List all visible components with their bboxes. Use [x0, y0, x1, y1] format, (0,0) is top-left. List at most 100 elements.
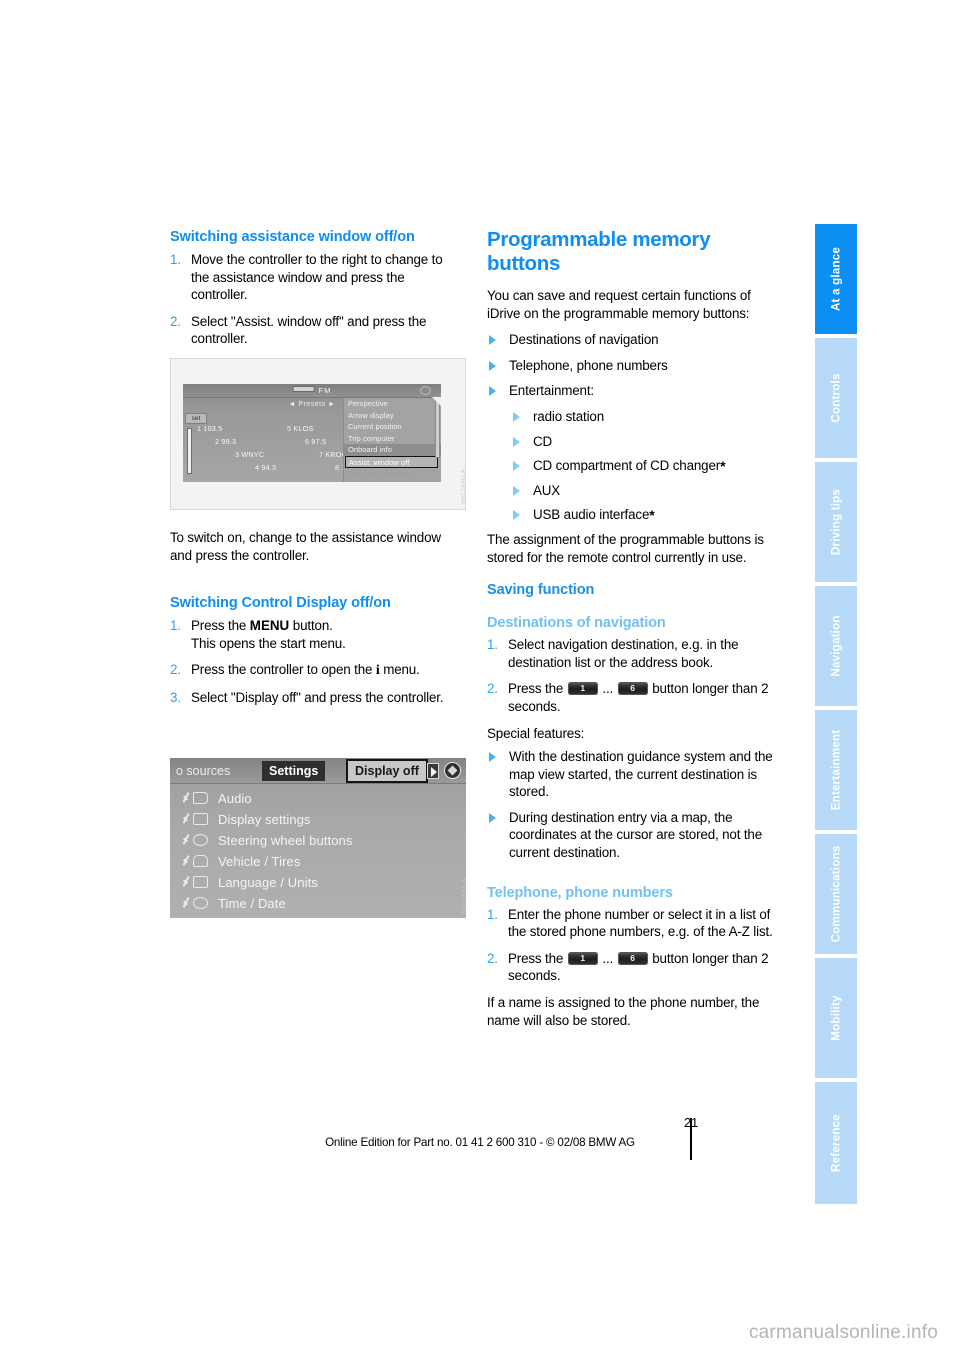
settings-item-label: Steering wheel buttons [218, 833, 353, 848]
step-text-pre: Press the [508, 950, 567, 966]
sidebar-tab-entertainment[interactable]: Entertainment [815, 710, 857, 832]
step-number: 2. [170, 662, 181, 678]
settings-item-list: Audio Display settings Steering wheel bu… [170, 788, 466, 914]
sidebar-tab-communications[interactable]: Communications [815, 834, 857, 956]
radio-signal-bar [187, 428, 192, 474]
tab-audio-sources[interactable]: o sources [176, 761, 230, 781]
tab-settings[interactable]: Settings [262, 761, 326, 781]
sidebar-tab-driving-tips[interactable]: Driving tips [815, 462, 857, 584]
bullet-label: radio station [533, 408, 604, 424]
settings-item-label: Time / Date [218, 896, 286, 911]
section-heading-control-display: Switching Control Display off/on [170, 595, 391, 612]
intro-paragraph: You can save and request certain functio… [487, 288, 751, 321]
sidebar-tab-navigation[interactable]: Navigation [815, 586, 857, 708]
preset-station[interactable]: 3 WNYC [235, 450, 264, 459]
radio-knob-icon [420, 386, 431, 395]
figure-assistance-window: FM ◄ Presets ► set 1 103.5 5 KLOS 9 2 99… [170, 358, 467, 510]
steering-wheel-icon [183, 833, 213, 848]
bullet-item: Destinations of navigation [487, 331, 779, 349]
sidebar-tab-mobility[interactable]: Mobility [815, 958, 857, 1080]
phone-note: If a name is assigned to the phone numbe… [487, 995, 760, 1028]
bullet-label: AUX [533, 482, 561, 498]
radio-topbar: FM [183, 384, 441, 398]
section-heading-saving-function: Saving function [487, 582, 595, 599]
list-item[interactable]: Add. map contents [344, 468, 441, 480]
controller-icon[interactable] [444, 762, 461, 779]
radio-set-button[interactable]: set [185, 413, 207, 424]
triangle-bullet-icon [513, 485, 520, 496]
memory-button-6-icon: 6 [617, 682, 648, 696]
settings-item-label: Vehicle / Tires [218, 854, 301, 869]
tuning-slider-icon [292, 386, 315, 392]
step-subtext: This opens the start menu. [191, 635, 346, 651]
section-heading-assistance-window: Switching assistance window off/on [170, 229, 415, 245]
step-text-pre: Press the controller to open the [191, 662, 376, 678]
bullet-item-sub: AUX [487, 482, 779, 500]
triangle-bullet-icon [489, 360, 496, 371]
page-title: Programmable memory buttons [487, 228, 711, 275]
sidebar-tab-at-a-glance[interactable]: At a glance [815, 224, 857, 336]
site-watermark: carmanualsonline.info [748, 1322, 938, 1343]
bullet-item: During destination entry via a map, the … [487, 809, 779, 862]
step-number: 1. [487, 637, 498, 653]
cursor-arrow-icon [432, 397, 441, 406]
triangle-bullet-icon [513, 436, 520, 447]
bullet-item-sub: CD [487, 433, 779, 451]
settings-item-vehicle-tires[interactable]: Vehicle / Tires [170, 851, 466, 872]
subheading-destinations-of-navigation: Destinations of navigation [487, 615, 666, 632]
settings-item-audio[interactable]: Audio [170, 788, 466, 809]
next-arrow-icon[interactable] [427, 763, 439, 779]
step-item: 1. Select navigation destination, e.g. i… [487, 636, 779, 671]
ellipsis: ... [602, 950, 614, 966]
car-icon [183, 854, 213, 869]
figure-settings-menu: o sources Settings Display off Audio Dis… [170, 758, 468, 918]
list-item[interactable]: Current position [344, 421, 441, 433]
display-icon [183, 812, 213, 827]
settings-item-steering-wheel-buttons[interactable]: Steering wheel buttons [170, 830, 466, 851]
sidebar-tab-label: Driving tips [829, 488, 843, 556]
bullet-item-sub: CD compartment of CD changer* [487, 457, 779, 475]
asterisk-marker: * [649, 507, 655, 524]
list-scrollbar[interactable] [435, 400, 440, 458]
assistance-window-list: Perspective Arrow display Current positi… [343, 397, 441, 482]
band-text: FM [318, 386, 332, 395]
list-item-selected[interactable]: Assist. window off [345, 455, 438, 469]
list-item[interactable]: Onboard info [344, 444, 441, 456]
sidebar-tab-controls[interactable]: Controls [815, 338, 857, 460]
settings-tabbar: o sources Settings Display off [170, 758, 466, 784]
triangle-bullet-icon [513, 411, 520, 422]
figure-caption-assistance: To switch on, change to the assistance w… [170, 529, 441, 563]
preset-station[interactable]: 2 99.3 [215, 437, 236, 446]
list-item[interactable]: Perspective [344, 398, 441, 410]
step-number: 1. [170, 618, 181, 634]
right-column: Programmable memory buttons You can save… [487, 228, 779, 1038]
footer-text: Online Edition for Part no. 01 41 2 600 … [325, 1136, 635, 1149]
speaker-icon [183, 791, 213, 806]
ellipsis: ... [602, 681, 614, 697]
figure-credit: MVC1B46LA [461, 469, 467, 505]
settings-item-time-date[interactable]: Time / Date [170, 893, 466, 914]
step-number: 2. [170, 313, 181, 329]
preset-station[interactable]: 5 KLOS [287, 424, 313, 433]
bullet-label: CD compartment of CD changer [533, 458, 721, 474]
triangle-bullet-icon [513, 461, 520, 472]
step-number: 2. [487, 950, 498, 966]
assignment-note: The assignment of the programmable butto… [487, 531, 764, 565]
step-number: 2. [487, 681, 498, 697]
list-item[interactable]: Trip computer [344, 433, 441, 445]
preset-station[interactable]: 4 94.3 [255, 463, 276, 472]
settings-item-display-settings[interactable]: Display settings [170, 809, 466, 830]
idrive-radio-screen: FM ◄ Presets ► set 1 103.5 5 KLOS 9 2 99… [183, 384, 441, 482]
sidebar-tab-label: Controls [829, 373, 843, 423]
sidebar-tab-label: At a glance [829, 246, 843, 312]
list-item[interactable]: Arrow display [344, 410, 441, 422]
special-features-label: Special features: [487, 725, 585, 741]
chapter-tab-rail: At a glance Controls Driving tips Naviga… [815, 224, 857, 1204]
settings-item-language-units[interactable]: Language / Units [170, 872, 466, 893]
bullet-item: Entertainment: [487, 382, 779, 400]
step-text: Move the controller to the right to chan… [191, 252, 443, 303]
tab-display-off[interactable]: Display off [346, 759, 428, 783]
preset-station[interactable]: 1 103.5 [197, 424, 222, 433]
step-item: 1. Move the controller to the right to c… [170, 251, 462, 304]
preset-station[interactable]: 6 97.5 [305, 437, 326, 446]
